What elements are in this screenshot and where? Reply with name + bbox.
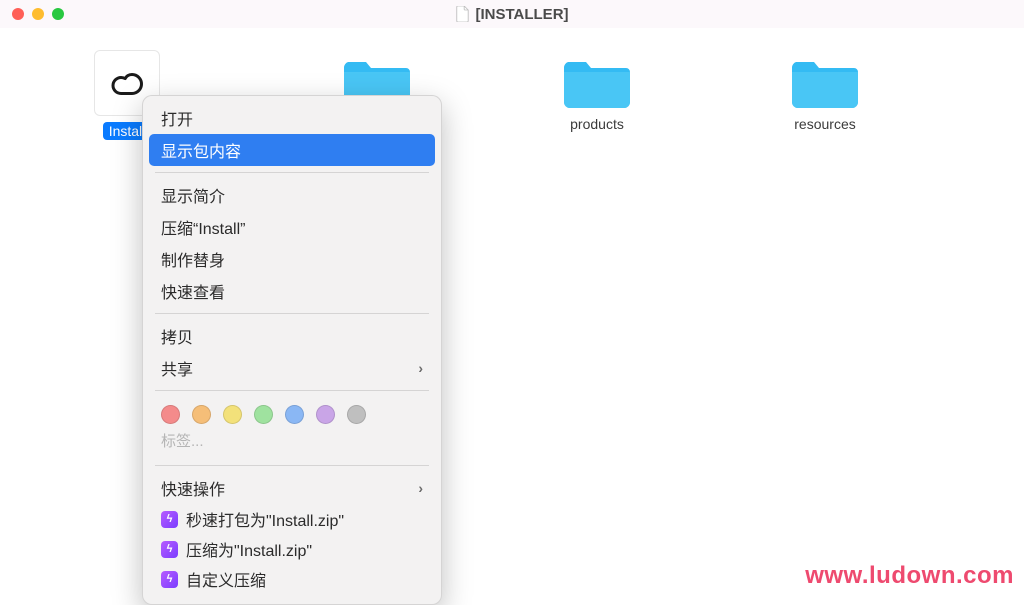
menu-make-alias-label: 制作替身: [161, 247, 225, 271]
quick-action-compress-label: 压缩为"Install.zip": [186, 537, 312, 561]
menu-quick-actions-label: 快速操作: [161, 476, 225, 500]
menu-separator: [155, 465, 429, 466]
resources-label: resources: [794, 116, 855, 132]
titlebar: [INSTALLER]: [0, 0, 1024, 28]
tag-orange[interactable]: [192, 405, 211, 424]
menu-quick-actions[interactable]: 快速操作 ›: [143, 472, 441, 504]
folder-icon: [792, 56, 858, 110]
products-label: products: [570, 116, 624, 132]
menu-copy[interactable]: 拷贝: [143, 320, 441, 352]
chevron-right-icon: ›: [418, 480, 423, 496]
menu-separator: [155, 390, 429, 391]
menu-show-package-contents[interactable]: 显示包内容: [149, 134, 435, 166]
finder-content[interactable]: Install products resources 打开 显示包内容 显示简介…: [0, 28, 1024, 596]
bolt-icon: ϟ: [161, 571, 178, 588]
tag-red[interactable]: [161, 405, 180, 424]
products-folder-item[interactable]: products: [542, 56, 652, 132]
menu-separator: [155, 313, 429, 314]
menu-make-alias[interactable]: 制作替身: [143, 243, 441, 275]
menu-get-info-label: 显示简介: [161, 183, 225, 207]
tags-label[interactable]: 标签...: [143, 428, 441, 459]
folder-icon: [564, 56, 630, 110]
watermark-text: www.ludown.com: [805, 562, 1014, 590]
creative-cloud-icon: [111, 67, 143, 99]
document-icon: [455, 6, 469, 22]
bolt-icon: ϟ: [161, 511, 178, 528]
menu-share-label: 共享: [161, 356, 193, 380]
menu-compress-label: 压缩“Install”: [161, 215, 245, 239]
menu-separator: [155, 172, 429, 173]
finder-window: [INSTALLER] Install products resources 打…: [0, 0, 1024, 596]
menu-get-info[interactable]: 显示简介: [143, 179, 441, 211]
window-title: [INSTALLER]: [455, 6, 568, 23]
quick-action-fastpack[interactable]: ϟ 秒速打包为"Install.zip": [143, 504, 441, 534]
tag-colors-row: [143, 397, 441, 428]
traffic-lights: [12, 8, 64, 20]
tag-blue[interactable]: [285, 405, 304, 424]
menu-quick-look-label: 快速查看: [161, 279, 225, 303]
quick-action-compress[interactable]: ϟ 压缩为"Install.zip": [143, 534, 441, 564]
tag-yellow[interactable]: [223, 405, 242, 424]
quick-action-custom-compress[interactable]: ϟ 自定义压缩: [143, 564, 441, 594]
menu-open[interactable]: 打开: [143, 102, 441, 134]
resources-folder-item[interactable]: resources: [770, 56, 880, 132]
window-title-text: [INSTALLER]: [475, 6, 568, 23]
menu-compress[interactable]: 压缩“Install”: [143, 211, 441, 243]
menu-share[interactable]: 共享 ›: [143, 352, 441, 384]
bolt-icon: ϟ: [161, 541, 178, 558]
minimize-button[interactable]: [32, 8, 44, 20]
tag-gray[interactable]: [347, 405, 366, 424]
tag-green[interactable]: [254, 405, 273, 424]
context-menu: 打开 显示包内容 显示简介 压缩“Install” 制作替身 快速查看 拷贝 共…: [142, 95, 442, 605]
menu-quick-look[interactable]: 快速查看: [143, 275, 441, 307]
maximize-button[interactable]: [52, 8, 64, 20]
menu-copy-label: 拷贝: [161, 324, 193, 348]
quick-action-custom-compress-label: 自定义压缩: [186, 567, 266, 591]
menu-open-label: 打开: [161, 106, 193, 130]
tag-purple[interactable]: [316, 405, 335, 424]
close-button[interactable]: [12, 8, 24, 20]
quick-action-fastpack-label: 秒速打包为"Install.zip": [186, 507, 344, 531]
menu-show-package-contents-label: 显示包内容: [161, 138, 241, 162]
chevron-right-icon: ›: [418, 360, 423, 376]
